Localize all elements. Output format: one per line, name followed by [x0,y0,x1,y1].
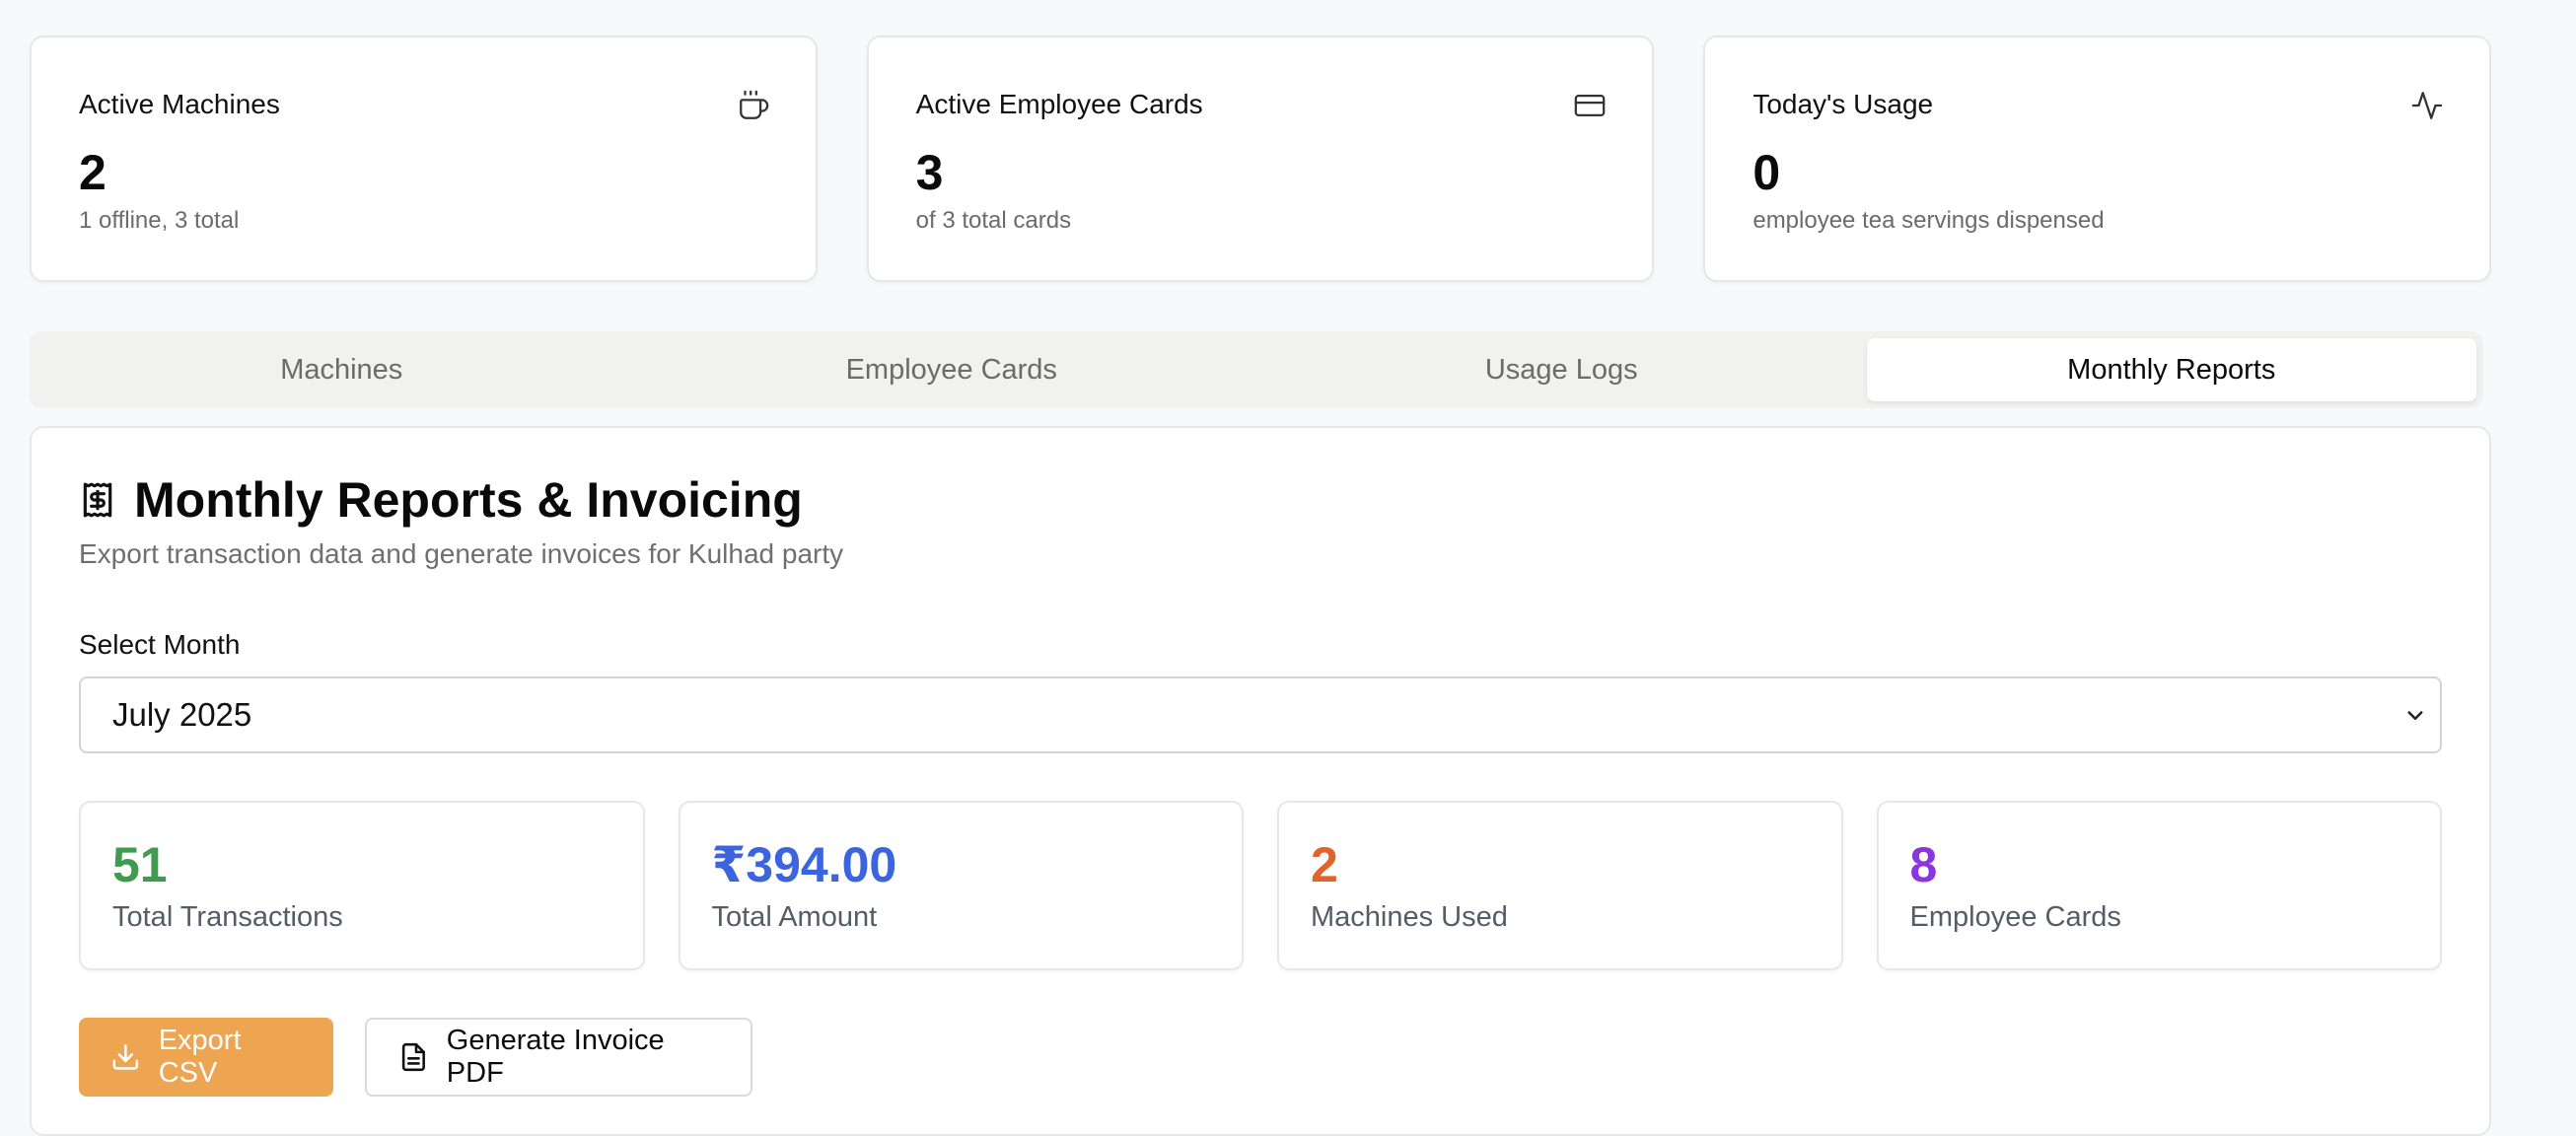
stat-value: 3 [915,145,944,200]
metrics-row: 51 Total Transactions ₹394.00 Total Amou… [79,801,2442,970]
stat-value: 0 [1753,145,1781,200]
stat-subtext: employee tea servings dispensed [1753,207,2105,234]
metric-label: Total Transactions [112,901,343,933]
metric-label: Total Amount [711,901,878,933]
page-title: Monthly Reports & Invoicing [134,472,803,528]
file-text-icon [401,1042,425,1072]
export-csv-button[interactable]: Export CSV [79,1018,333,1097]
metric-value: ₹394.00 [711,837,897,892]
export-csv-label: Export CSV [158,1025,242,1089]
generate-invoice-pdf-button[interactable]: Generate Invoice PDF [365,1018,752,1097]
metric-value: 51 [112,837,168,892]
stat-title: Active Employee Cards [915,89,1203,119]
metric-value: 8 [1909,837,1938,892]
action-buttons: Export CSV Generate Invoice PDF [79,1018,752,1097]
tab-usage-logs[interactable]: Usage Logs [1256,338,1867,401]
tab-employee-cards[interactable]: Employee Cards [647,338,1257,401]
generate-pdf-label: Generate Invoice PDF [446,1025,665,1089]
stat-title: Active Machines [79,89,280,119]
metric-total-transactions: 51 Total Transactions [79,801,645,970]
credit-card-icon [1575,94,1606,117]
panel-description: Export transaction data and generate inv… [79,538,844,569]
tab-machines[interactable]: Machines [36,338,647,401]
tab-monthly-reports[interactable]: Monthly Reports [1866,338,2476,401]
active-machines-card: Active Machines 2 1 offline, 3 total [30,36,818,282]
stat-subtext: of 3 total cards [915,207,1072,234]
panel-header: Monthly Reports & Invoicing [79,471,803,529]
stat-subtext: 1 offline, 3 total [79,207,240,234]
metric-label: Employee Cards [1909,901,2121,933]
metric-label: Machines Used [1311,901,1508,933]
download-icon [112,1044,139,1070]
metric-machines-used: 2 Machines Used [1277,801,1843,970]
month-select-label: Select Month [79,629,241,660]
coffee-icon [739,90,768,119]
month-select-value: July 2025 [112,696,252,733]
monthly-reports-panel: Monthly Reports & Invoicing Export trans… [30,426,2491,1136]
stat-value: 2 [79,145,107,200]
metric-value: 2 [1311,837,1338,892]
metric-total-amount: ₹394.00 Total Amount [678,801,1244,970]
activity-icon [2411,92,2443,119]
todays-usage-card: Today's Usage 0 employee tea servings di… [1703,36,2492,282]
tab-bar: Machines Employee Cards Usage Logs Month… [30,331,2483,408]
active-employee-cards-card: Active Employee Cards 3 of 3 total cards [866,36,1655,282]
receipt-icon [83,482,112,518]
stat-title: Today's Usage [1753,89,1934,119]
chevron-down-icon [2407,711,2423,720]
metric-employee-cards: 8 Employee Cards [1876,801,2442,970]
month-select[interactable]: July 2025 [79,676,2442,753]
stats-row: Active Machines 2 1 offline, 3 total Act… [30,36,2492,282]
